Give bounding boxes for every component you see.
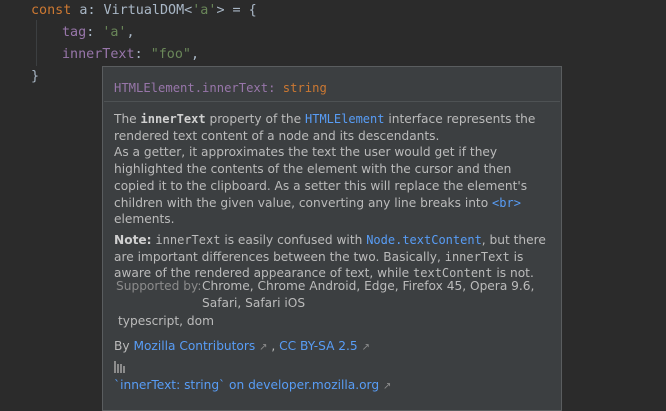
variable-name: a [71, 3, 88, 18]
quick-documentation-popup[interactable]: HTMLElement.innerText: string The innerT… [102, 66, 562, 411]
text: property of the [205, 112, 305, 126]
signature-member: .innerText [194, 81, 269, 95]
comma: , [126, 25, 135, 40]
external-link-icon: ↗ [259, 342, 268, 353]
type-annotation: : VirtualDOM< [87, 3, 193, 18]
text: elements. [114, 212, 175, 227]
text: The [114, 112, 141, 126]
description-paragraph-1: The innerText property of the HTMLElemen… [114, 111, 550, 228]
code-line-2[interactable]: tag: 'a', [62, 22, 135, 44]
contributors-link[interactable]: Mozilla Contributors [133, 339, 255, 353]
colon: : [86, 25, 103, 40]
signature-type: string [282, 81, 327, 95]
signature-colon: : [268, 81, 283, 95]
text: As a getter, it approximates the text th… [114, 145, 528, 210]
mdn-link-row: `innerText: string` on developer.mozilla… [114, 378, 391, 392]
doc-signature: HTMLElement.innerText: string [114, 79, 327, 97]
colon: : [134, 47, 151, 62]
link-br[interactable]: <br> [492, 196, 521, 210]
attribution: By Mozilla Contributors ↗ , CC BY-SA 2.5… [114, 339, 370, 353]
comma: , [191, 47, 200, 62]
assignment-open-brace: > = { [216, 3, 257, 18]
doc-description: The innerText property of the HTMLElemen… [114, 111, 550, 282]
code-term: innerText [444, 249, 510, 264]
link-htmlelement[interactable]: HTMLElement [305, 112, 384, 126]
mdn-link[interactable]: `innerText: string` on developer.mozilla… [114, 378, 379, 392]
by-prefix: By [114, 339, 134, 353]
text: is easily confused with [220, 232, 367, 247]
library-icon [114, 361, 125, 373]
external-link-icon: ↗ [382, 381, 392, 392]
string-value: "foo" [150, 47, 191, 62]
supported-by-value: Chrome, Chrome Android, Edge, Firefox 45… [202, 279, 535, 310]
note-label: Note: [114, 232, 152, 247]
signature-class: HTMLElement [114, 81, 195, 95]
property-innertext: innerText [62, 47, 135, 62]
license-link[interactable]: CC BY-SA 2.5 [279, 339, 358, 353]
external-link-icon: ↗ [361, 342, 370, 353]
code-term: innerText [155, 232, 221, 247]
supported-by-label: Supported by: [116, 279, 202, 293]
description-paragraph-2: Note: innerText is easily confused with … [114, 232, 550, 282]
close-brace: } [31, 69, 40, 84]
library-tags: typescript, dom [118, 314, 215, 328]
code-line-3[interactable]: innerText: "foo", [62, 44, 199, 66]
code-line-4[interactable]: } [31, 66, 39, 88]
keyword-const: const [31, 3, 72, 18]
type-argument-string: 'a' [192, 3, 217, 18]
indent-guide [36, 20, 37, 66]
code-line-1[interactable]: const a: VirtualDOM<'a'> = { [31, 0, 257, 22]
property-tag: tag [62, 25, 87, 40]
bold-term: innerText [140, 112, 206, 126]
divider [104, 101, 560, 102]
string-value: 'a' [102, 25, 127, 40]
link-node-textcontent[interactable]: Node.textContent [366, 233, 482, 247]
